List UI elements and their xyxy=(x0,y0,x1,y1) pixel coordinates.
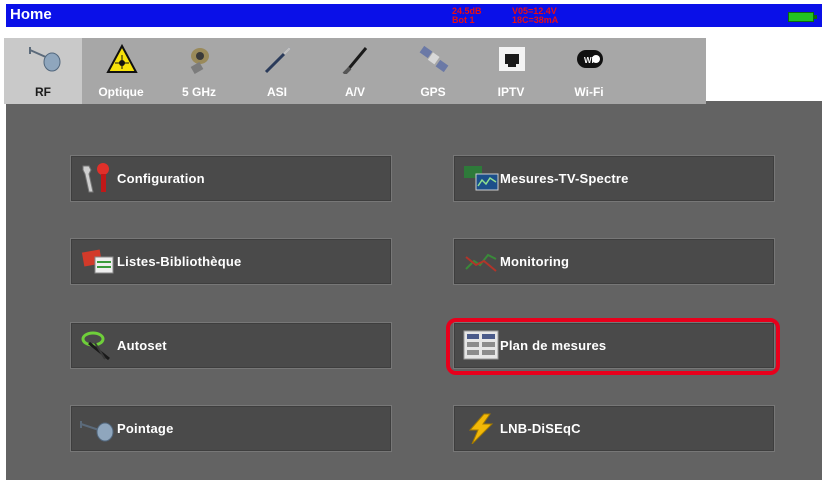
library-icon xyxy=(79,245,117,277)
button-label: Pointage xyxy=(117,421,174,436)
mesures-tv-spectre-button[interactable]: Mesures-TV-Spectre xyxy=(453,155,775,202)
tab-5ghz[interactable]: 5 GHz xyxy=(160,38,238,104)
probe-icon xyxy=(262,44,294,74)
satellite-icon xyxy=(418,44,450,74)
tab-label: Wi-Fi xyxy=(574,85,604,99)
tab-gps[interactable]: GPS xyxy=(394,38,472,104)
tab-asi[interactable]: ASI xyxy=(238,38,316,104)
tab-wifi[interactable]: Wi Wi-Fi xyxy=(550,38,628,104)
status-signal: 24.5dB Bot 1 xyxy=(452,6,482,25)
tab-av[interactable]: A/V xyxy=(316,38,394,104)
tab-iptv[interactable]: IPTV xyxy=(472,38,550,104)
battery-icon xyxy=(788,12,817,22)
tab-label: A/V xyxy=(344,85,365,99)
tab-bar: RF Optique 5 GHz ASI A/V GPS IPTV Wi Wi-… xyxy=(4,38,706,104)
tab-label: 5 GHz xyxy=(181,85,216,99)
monitoring-icon xyxy=(462,245,500,277)
button-label: Configuration xyxy=(117,171,205,186)
dish-icon xyxy=(28,44,61,74)
connector-icon xyxy=(184,44,216,74)
button-label: Listes-Bibliothèque xyxy=(117,254,242,269)
autoset-button[interactable]: Autoset xyxy=(70,322,392,369)
wifi-icon: Wi xyxy=(574,44,606,74)
lightning-icon xyxy=(462,412,500,445)
tools-icon xyxy=(79,162,117,194)
tv-spectrum-icon xyxy=(462,162,500,194)
selection-highlight xyxy=(446,318,780,375)
button-label: Monitoring xyxy=(500,254,570,269)
lnb-diseqc-button[interactable]: LNB-DiSEqC xyxy=(453,405,775,452)
listes-bibliotheque-button[interactable]: Listes-Bibliothèque xyxy=(70,238,392,285)
button-label: Autoset xyxy=(117,338,167,353)
pointage-button[interactable]: Pointage xyxy=(70,405,392,452)
title-bar: Home 24.5dB Bot 1 V05=12.4V 18C=38mA xyxy=(6,4,822,27)
tab-optique[interactable]: Optique xyxy=(82,38,160,104)
laser-warning-icon xyxy=(106,43,138,74)
dish-icon xyxy=(79,412,117,444)
tab-label: RF xyxy=(35,85,51,99)
button-label: LNB-DiSEqC xyxy=(500,421,581,436)
autoset-icon xyxy=(79,329,117,361)
tab-label: IPTV xyxy=(497,85,525,99)
button-label: Mesures-TV-Spectre xyxy=(500,171,629,186)
monitoring-button[interactable]: Monitoring xyxy=(453,238,775,285)
configuration-button[interactable]: Configuration xyxy=(70,155,392,202)
status-lnb-power: V05=12.4V 18C=38mA xyxy=(512,6,559,25)
ethernet-port-icon xyxy=(496,44,528,74)
cable-icon xyxy=(340,44,372,76)
tab-label: Optique xyxy=(98,85,144,99)
svg-text:Wi: Wi xyxy=(584,56,594,65)
tab-label: ASI xyxy=(266,85,287,99)
tab-rf[interactable]: RF xyxy=(4,38,82,104)
tab-label: GPS xyxy=(420,85,446,99)
window-title: Home xyxy=(10,6,52,23)
